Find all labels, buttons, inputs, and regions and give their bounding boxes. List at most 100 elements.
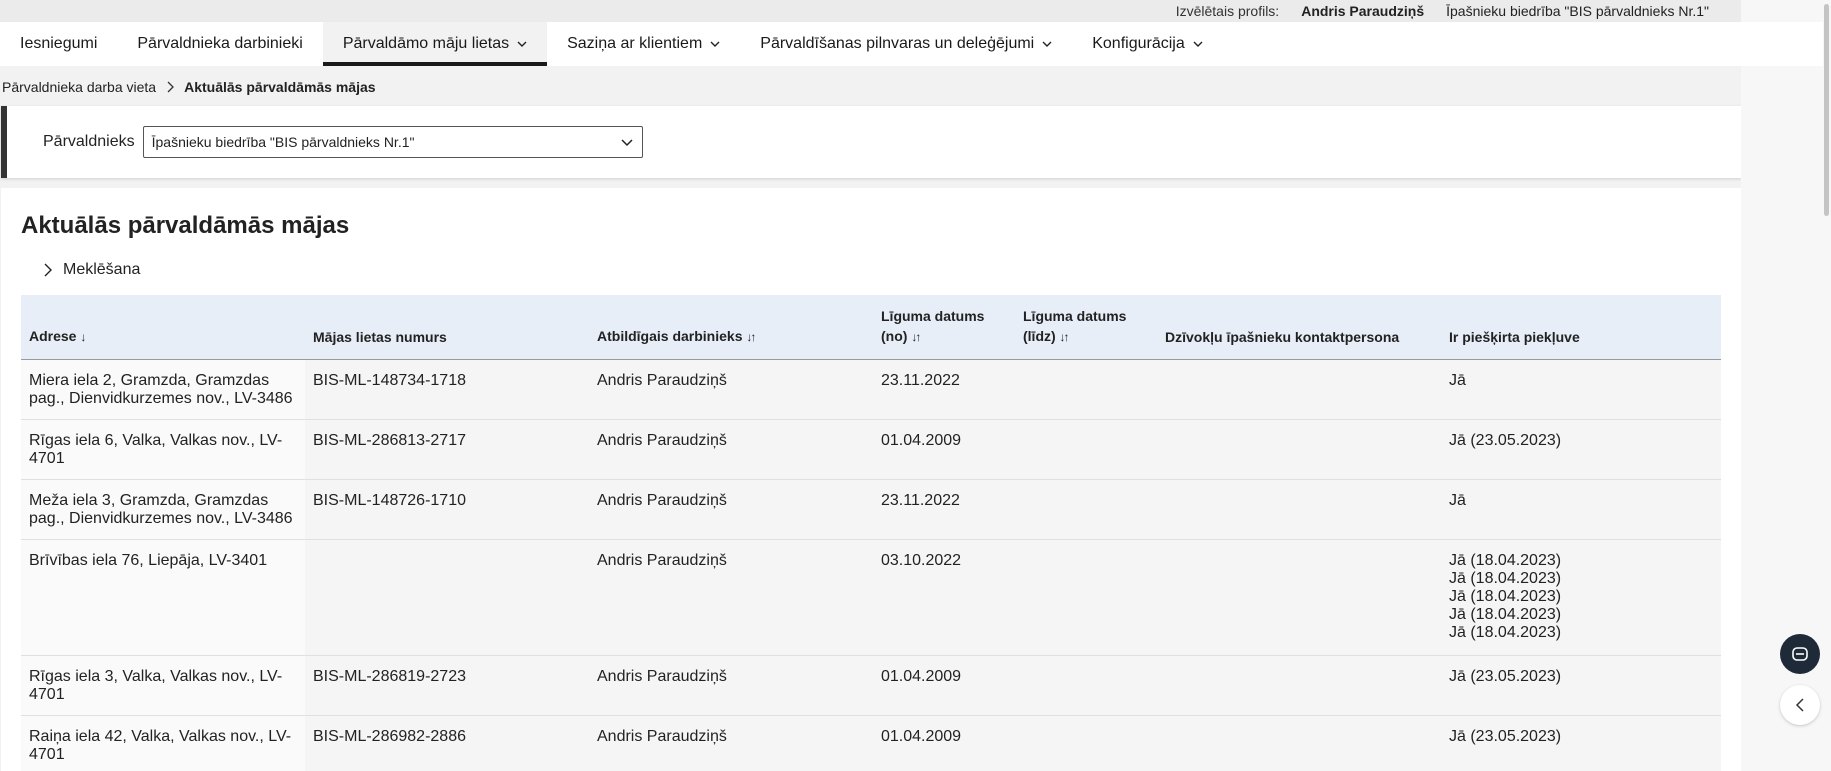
cell-contact [1157, 715, 1441, 771]
chat-bot-icon [1792, 647, 1808, 661]
houses-panel: Aktuālās pārvaldāmās mājas Meklēšana Adr… [1, 188, 1741, 771]
manager-filter-panel: Pārvaldnieks Īpašnieku biedrība "BIS pār… [1, 106, 1741, 178]
search-toggle[interactable]: Meklēšana [21, 260, 1721, 280]
sort-icon[interactable]: ↓↑ [1060, 330, 1070, 344]
chevron-down-icon [621, 139, 633, 147]
nav-item-sazina[interactable]: Saziņa ar klientiem [547, 22, 740, 66]
cell-contact [1157, 419, 1441, 480]
page-scrollbar-thumb[interactable] [1824, 4, 1829, 216]
cell-access: Jā (23.05.2023) [1441, 419, 1721, 480]
collapse-panel-button[interactable] [1780, 685, 1820, 725]
nav-item-label: Pārvaldnieka darbinieki [137, 35, 303, 52]
profile-bar: Izvēlētais profils: Andris Paraudziņš Īp… [0, 0, 1741, 22]
cell-date-to [1015, 655, 1157, 716]
cell-address: Meža iela 3, Gramzda, Gramzdas pag., Die… [21, 479, 305, 540]
cell-date-to [1015, 715, 1157, 771]
cell-contact [1157, 479, 1441, 540]
nav-item-label: Pārvaldīšanas pilnvaras un deleģējumi [760, 35, 1035, 52]
cell-contact [1157, 655, 1441, 716]
table-row[interactable]: Miera iela 2, Gramzda, Gramzdas pag., Di… [21, 359, 1721, 420]
column-header-contact-person: Dzīvokļu īpašnieku kontaktpersona [1157, 295, 1441, 360]
manager-filter-label: Pārvaldnieks [43, 133, 135, 150]
houses-table: Adrese ↓ Mājas lietas numurs Atbildīgais… [21, 295, 1721, 771]
nav-item-label: Pārvaldāmo māju lietas [342, 35, 510, 52]
breadcrumb: Pārvaldnieka darba vieta Aktuālās pārval… [0, 66, 1741, 108]
page: Izvēlētais profils: Andris Paraudziņš Īp… [0, 0, 1741, 771]
nav-item-darbinieki[interactable]: Pārvaldnieka darbinieki [117, 22, 322, 66]
cell-case-number [305, 539, 589, 656]
nav-item-konfiguracija[interactable]: Konfigurācija [1072, 22, 1223, 66]
column-header-access: Ir piešķirta piekļuve [1441, 295, 1721, 360]
table-row[interactable]: Rīgas iela 6, Valka, Valkas nov., LV-470… [21, 419, 1721, 480]
cell-contact [1157, 359, 1441, 420]
column-header-address[interactable]: Adrese ↓ [21, 295, 305, 360]
cell-address: Brīvības iela 76, Liepāja, LV-3401 [21, 539, 305, 656]
chevron-down-icon [517, 41, 527, 47]
cell-date-to [1015, 479, 1157, 540]
sort-icon[interactable]: ↓ [80, 330, 86, 344]
cell-date-from: 01.04.2009 [873, 655, 1015, 716]
profile-organization[interactable]: Īpašnieku biedrība "BIS pārvaldnieks Nr.… [1446, 3, 1709, 19]
cell-access: Jā [1441, 479, 1721, 540]
sort-icon[interactable]: ↓↑ [746, 330, 756, 344]
cell-access: Jā [1441, 359, 1721, 420]
table-header-row: Adrese ↓ Mājas lietas numurs Atbildīgais… [21, 295, 1721, 360]
cell-case-number: BIS-ML-286982-2886 [305, 715, 589, 771]
column-header-employee[interactable]: Atbildīgais darbinieks ↓↑ [589, 295, 873, 360]
cell-address: Rīgas iela 6, Valka, Valkas nov., LV-470… [21, 419, 305, 480]
chevron-down-icon [710, 41, 720, 47]
table-row[interactable]: Brīvības iela 76, Liepāja, LV-3401 Andri… [21, 539, 1721, 656]
cell-case-number: BIS-ML-286813-2717 [305, 419, 589, 480]
sort-icon[interactable]: ↓↑ [911, 330, 921, 344]
chevron-down-icon [1042, 41, 1052, 47]
breadcrumb-parent-link[interactable]: Pārvaldnieka darba vieta [2, 79, 156, 95]
cell-date-to [1015, 419, 1157, 480]
manager-select-value: Īpašnieku biedrība "BIS pārvaldnieks Nr.… [151, 134, 415, 150]
table-row[interactable]: Raiņa iela 42, Valka, Valkas nov., LV-47… [21, 715, 1721, 771]
right-gutter-nav [1741, 22, 1823, 66]
cell-employee: Andris Paraudziņš [589, 715, 873, 771]
table-row[interactable]: Meža iela 3, Gramzda, Gramzdas pag., Die… [21, 479, 1721, 540]
cell-date-to [1015, 539, 1157, 656]
column-header-date-to[interactable]: Līguma datums (līdz) ↓↑ [1015, 295, 1157, 360]
chevron-left-icon [1795, 698, 1804, 712]
main-navigation: Iesniegumi Pārvaldnieka darbinieki Pārva… [0, 22, 1741, 66]
cell-case-number: BIS-ML-148726-1710 [305, 479, 589, 540]
manager-select[interactable]: Īpašnieku biedrība "BIS pārvaldnieks Nr.… [142, 126, 643, 158]
cell-date-from: 01.04.2009 [873, 715, 1015, 771]
column-header-date-from[interactable]: Līguma datums (no) ↓↑ [873, 295, 1015, 360]
column-header-case-number: Mājas lietas numurs [305, 295, 589, 360]
cell-employee: Andris Paraudziņš [589, 655, 873, 716]
search-toggle-label: Meklēšana [63, 261, 141, 278]
cell-access: Jā (23.05.2023) [1441, 655, 1721, 716]
cell-employee: Andris Paraudziņš [589, 479, 873, 540]
cell-case-number: BIS-ML-148734-1718 [305, 359, 589, 420]
cell-date-from: 03.10.2022 [873, 539, 1015, 656]
table-row[interactable]: Rīgas iela 3, Valka, Valkas nov., LV-470… [21, 655, 1721, 716]
page-title: Aktuālās pārvaldāmās mājas [21, 212, 350, 239]
chevron-right-icon [44, 263, 52, 277]
cell-access: Jā (18.04.2023) Jā (18.04.2023) Jā (18.0… [1441, 539, 1721, 656]
chevron-down-icon [1193, 41, 1203, 47]
nav-item-label: Konfigurācija [1092, 35, 1185, 52]
cell-address: Miera iela 2, Gramzda, Gramzdas pag., Di… [21, 359, 305, 420]
profile-label: Izvēlētais profils: [1175, 3, 1280, 19]
cell-date-from: 23.11.2022 [873, 479, 1015, 540]
cell-date-to [1015, 359, 1157, 420]
chat-assistant-button[interactable] [1780, 634, 1820, 674]
chevron-right-icon [167, 81, 175, 93]
cell-employee: Andris Paraudziņš [589, 359, 873, 420]
cell-date-from: 23.11.2022 [873, 359, 1015, 420]
cell-employee: Andris Paraudziņš [589, 419, 873, 480]
nav-item-label: Iesniegumi [20, 35, 98, 52]
cell-contact [1157, 539, 1441, 656]
cell-access: Jā (23.05.2023) [1441, 715, 1721, 771]
nav-item-label: Saziņa ar klientiem [567, 35, 703, 52]
nav-item-pilnvaras[interactable]: Pārvaldīšanas pilnvaras un deleģējumi [740, 22, 1072, 66]
nav-item-iesniegumi[interactable]: Iesniegumi [0, 22, 117, 66]
cell-employee: Andris Paraudziņš [589, 539, 873, 656]
cell-case-number: BIS-ML-286819-2723 [305, 655, 589, 716]
nav-item-maju-lietas[interactable]: Pārvaldāmo māju lietas [322, 22, 548, 66]
profile-user-name[interactable]: Andris Paraudziņš [1301, 3, 1424, 19]
cell-date-from: 01.04.2009 [873, 419, 1015, 480]
